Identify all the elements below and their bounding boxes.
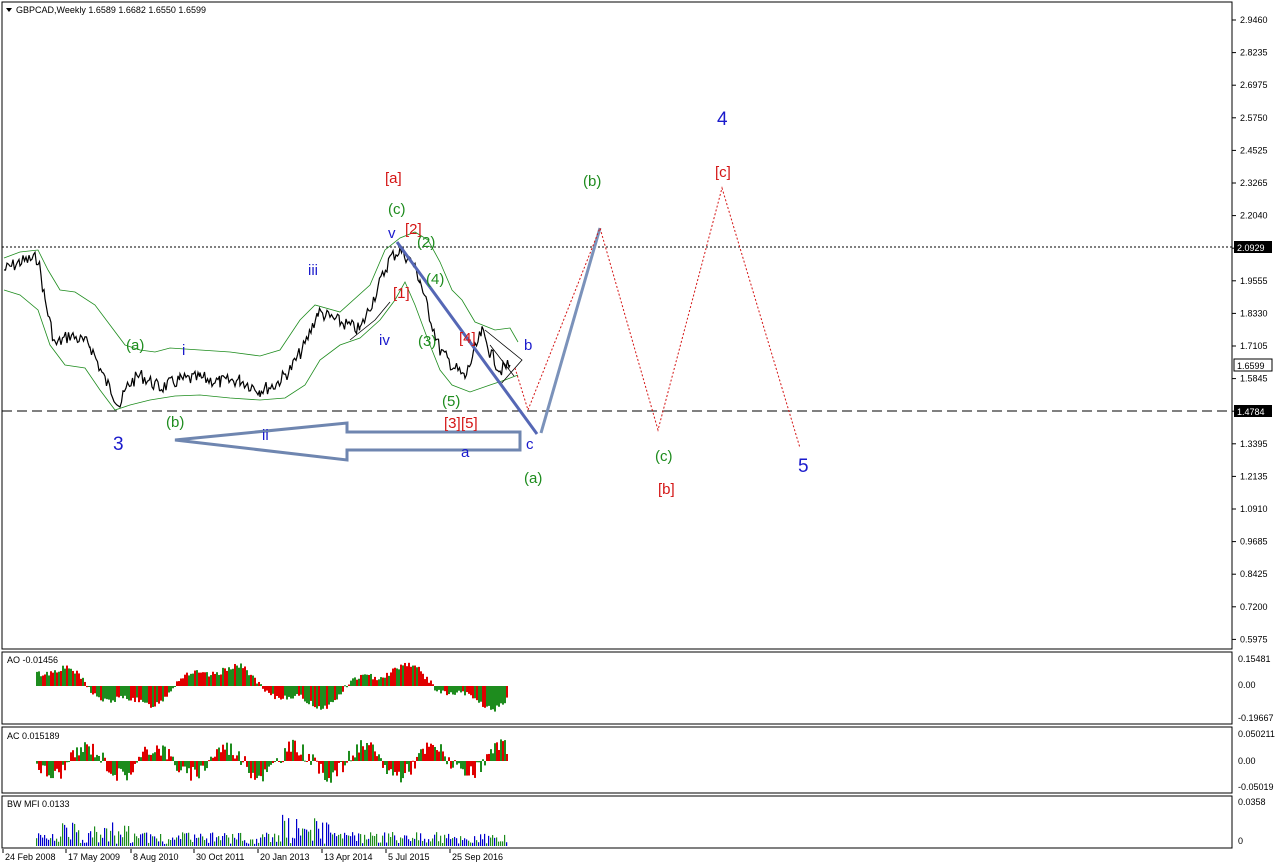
wave-label: i bbox=[182, 342, 185, 359]
price-tick-label: 2.5750 bbox=[1240, 113, 1268, 123]
svg-text:0.15481: 0.15481 bbox=[1238, 654, 1271, 664]
time-tick-label: 8 Aug 2010 bbox=[133, 852, 179, 862]
wave-label: 5 bbox=[798, 456, 809, 477]
svg-text:-0.05019: -0.05019 bbox=[1238, 782, 1274, 792]
price-tick-label: 2.6975 bbox=[1240, 80, 1268, 90]
time-tick-label: 13 Apr 2014 bbox=[324, 852, 373, 862]
low-level-tag: 1.4784 bbox=[1234, 405, 1272, 417]
price-tick-label: 2.3265 bbox=[1240, 178, 1268, 188]
chart-title: GBPCAD,Weekly 1.6589 1.6682 1.6550 1.659… bbox=[6, 5, 206, 15]
high-level-tag: 2.0929 bbox=[1234, 241, 1272, 253]
wave-label: iv bbox=[379, 332, 390, 349]
wave-label: (b) bbox=[166, 414, 184, 431]
svg-text:0.0358: 0.0358 bbox=[1238, 797, 1266, 807]
price-tick-label: 1.8330 bbox=[1240, 308, 1268, 318]
price-tick-label: 0.8425 bbox=[1240, 569, 1268, 579]
wave-label: (5) bbox=[442, 393, 460, 410]
price-tick-label: 1.5845 bbox=[1240, 374, 1268, 384]
wave-label: v bbox=[388, 225, 396, 242]
svg-text:1.6599: 1.6599 bbox=[1237, 361, 1265, 371]
chart-canvas[interactable]: GBPCAD,Weekly 1.6589 1.6682 1.6550 1.659… bbox=[0, 0, 1276, 868]
price-tick-label: 1.0910 bbox=[1240, 504, 1268, 514]
svg-text:1.4784: 1.4784 bbox=[1237, 407, 1265, 417]
time-tick-label: 24 Feb 2008 bbox=[5, 852, 56, 862]
wave-label: [b] bbox=[658, 481, 675, 498]
wave-label: [1] bbox=[393, 285, 410, 302]
wave-label: b bbox=[524, 337, 532, 354]
wave-label: (a) bbox=[524, 470, 542, 487]
svg-text:0: 0 bbox=[1238, 836, 1243, 846]
wave-label: iii bbox=[308, 262, 318, 279]
wave-label: [3] bbox=[444, 415, 461, 432]
wave-label: (c) bbox=[388, 201, 406, 218]
wave-label: 4 bbox=[717, 109, 728, 130]
price-tick-label: 1.3395 bbox=[1240, 439, 1268, 449]
price-tick-label: 2.9460 bbox=[1240, 15, 1268, 25]
price-tick-label: 1.2135 bbox=[1240, 471, 1268, 481]
wave-label: (a) bbox=[126, 337, 144, 354]
price-tick-label: 1.7105 bbox=[1240, 341, 1268, 351]
wave-label: c bbox=[526, 436, 534, 453]
price-tick-label: 0.9685 bbox=[1240, 537, 1268, 547]
wave-label: ii bbox=[262, 427, 269, 444]
wave-label: (2) bbox=[417, 234, 435, 251]
wave-label: 3 bbox=[113, 434, 124, 455]
chart-title-text: GBPCAD,Weekly 1.6589 1.6682 1.6550 1.659… bbox=[16, 5, 206, 15]
wave-label: [5] bbox=[461, 415, 478, 432]
current-price-tag: 1.6599 bbox=[1233, 358, 1273, 372]
time-tick-label: 17 May 2009 bbox=[68, 852, 120, 862]
price-tick-label: 2.2040 bbox=[1240, 211, 1268, 221]
price-tick-label: 2.4525 bbox=[1240, 145, 1268, 155]
svg-text:2.0929: 2.0929 bbox=[1237, 243, 1265, 253]
time-tick-label: 5 Jul 2015 bbox=[388, 852, 430, 862]
mfi-title: BW MFI 0.0133 bbox=[7, 799, 70, 809]
wave-label: (3) bbox=[418, 333, 436, 350]
ac-title: AC 0.015189 bbox=[7, 731, 60, 741]
price-tick-label: 1.9555 bbox=[1240, 276, 1268, 286]
wave-label: [c] bbox=[715, 164, 731, 181]
svg-text:0.050211: 0.050211 bbox=[1238, 729, 1275, 739]
price-tick-label: 2.8235 bbox=[1240, 48, 1268, 58]
ao-title: AO -0.01456 bbox=[7, 655, 58, 665]
price-tick-label: 0.7200 bbox=[1240, 602, 1268, 612]
svg-text:0.00: 0.00 bbox=[1238, 756, 1256, 766]
wave-label: (4) bbox=[426, 271, 444, 288]
wave-label: a bbox=[461, 444, 470, 461]
time-tick-label: 25 Sep 2016 bbox=[452, 852, 503, 862]
wave-label: (c) bbox=[655, 448, 673, 465]
wave-label: [4] bbox=[459, 330, 476, 347]
wave-label: [a] bbox=[385, 170, 402, 187]
wave-label: (b) bbox=[583, 173, 601, 190]
svg-text:0.00: 0.00 bbox=[1238, 680, 1256, 690]
time-tick-label: 30 Oct 2011 bbox=[196, 852, 244, 862]
svg-text:-0.19667: -0.19667 bbox=[1238, 713, 1274, 723]
price-tick-label: 0.5975 bbox=[1240, 634, 1268, 644]
time-tick-label: 20 Jan 2013 bbox=[260, 852, 310, 862]
